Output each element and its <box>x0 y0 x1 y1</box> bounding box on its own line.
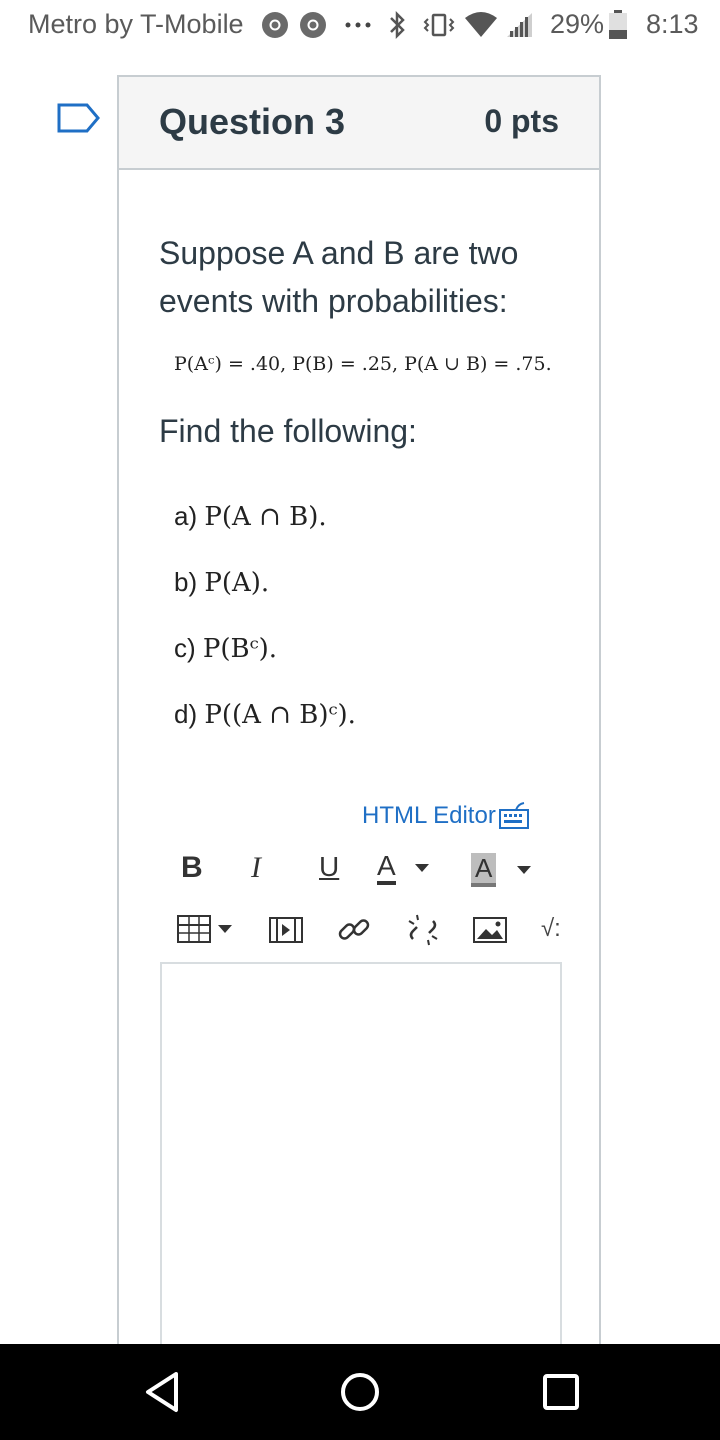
background-color-button[interactable]: A <box>471 853 532 887</box>
font-color-button[interactable]: A <box>377 851 430 885</box>
bluetooth-icon <box>390 10 405 40</box>
vibrate-icon <box>423 13 455 37</box>
status-bar: Metro by T-Mobile 29% 8:13 <box>0 0 720 50</box>
question-part-c: c) P(Bᶜ). <box>174 633 277 664</box>
html-editor-label: HTML Editor <box>362 802 496 829</box>
question-part-b: b) P(A). <box>174 567 269 598</box>
navigation-bar <box>0 1344 720 1440</box>
part-expression: P((A ∩ B)ᶜ). <box>204 700 356 730</box>
html-editor-toggle[interactable]: HTML Editor <box>362 801 530 831</box>
chrome-icon <box>300 12 326 38</box>
equation-button[interactable]: √: <box>541 915 561 943</box>
question-intro: Suppose A and B are two events with prob… <box>159 235 519 319</box>
question-part-a: a) P(A ∩ B). <box>174 501 327 532</box>
caret-down-icon <box>414 864 429 872</box>
media-button[interactable] <box>269 917 303 943</box>
clock: 8:13 <box>646 9 699 39</box>
italic-button[interactable]: I <box>251 851 261 885</box>
more-dots-icon <box>345 22 371 28</box>
media-icon <box>269 917 303 943</box>
caret-down-icon <box>517 866 532 874</box>
battery-percentage: 29% <box>550 9 605 39</box>
question-header: Question 3 0 pts <box>119 77 599 170</box>
question-instruction: Find the following: <box>159 413 417 449</box>
unlink-button[interactable] <box>405 913 441 947</box>
question-title: Question 3 <box>159 101 346 142</box>
caret-down-icon <box>218 925 232 933</box>
link-button[interactable] <box>337 913 371 947</box>
part-label: a) <box>174 501 198 531</box>
image-button[interactable] <box>473 917 507 943</box>
chrome-icon <box>262 12 288 38</box>
keyboard-icon <box>498 802 529 829</box>
flag-question-icon[interactable] <box>57 103 101 133</box>
table-icon <box>177 915 211 943</box>
part-label: b) <box>174 567 198 597</box>
part-label: c) <box>174 633 196 663</box>
link-icon <box>338 919 370 940</box>
back-icon[interactable] <box>142 1370 182 1414</box>
question-card: Question 3 0 pts Suppose A and B are two… <box>117 75 601 1382</box>
font-color-label: A <box>377 851 396 885</box>
battery-icon <box>609 10 627 39</box>
bold-button[interactable]: B <box>181 851 203 885</box>
answer-editor[interactable] <box>160 962 562 1382</box>
unlink-icon <box>408 914 438 946</box>
part-label: d) <box>174 699 198 729</box>
wifi-icon <box>465 12 497 37</box>
recents-icon[interactable] <box>542 1370 580 1414</box>
table-button[interactable] <box>177 915 233 943</box>
part-expression: P(A). <box>204 568 270 598</box>
carrier-name: Metro by T-Mobile <box>28 9 244 39</box>
part-expression: P(A ∩ B). <box>204 502 327 532</box>
question-part-d: d) P((A ∩ B)ᶜ). <box>174 699 356 730</box>
question-points: 0 pts <box>484 103 559 139</box>
signal-icon <box>507 13 532 37</box>
home-icon[interactable] <box>339 1370 381 1414</box>
given-probabilities: P(Aᶜ) = .40, P(B) = .25, P(A ∪ B) = .75. <box>174 353 552 375</box>
underline-button[interactable]: U <box>319 851 339 883</box>
background-color-label: A <box>471 853 497 887</box>
image-icon <box>473 917 507 943</box>
part-expression: P(Bᶜ). <box>202 634 278 664</box>
